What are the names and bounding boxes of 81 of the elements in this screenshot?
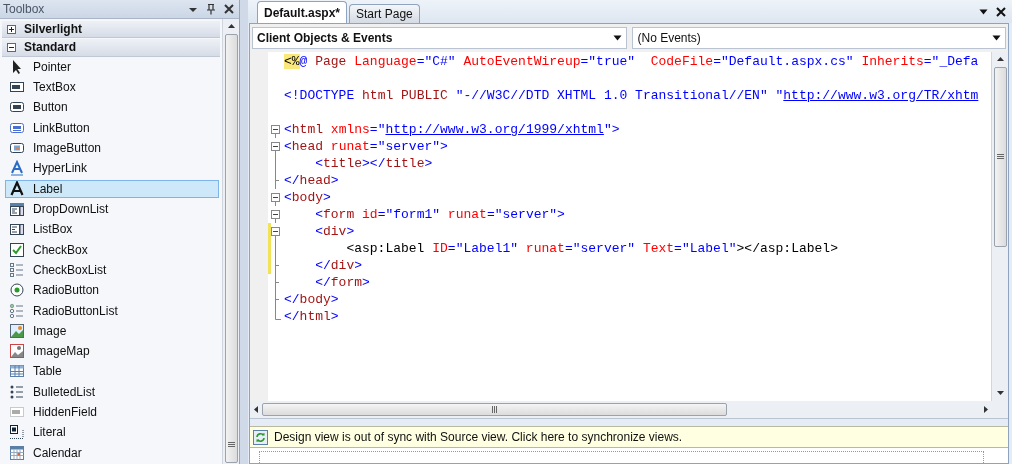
list-box-icon <box>9 221 25 238</box>
radio-button-icon <box>9 282 25 299</box>
code-line: <html xmlns="http://www.w3.org/1999/xhtml"> <box>284 122 620 137</box>
dropdown-list-icon <box>9 200 25 217</box>
scroll-right-icon[interactable] <box>982 405 990 414</box>
checkbox-list-icon <box>9 261 25 278</box>
toolbox-item[interactable]: Pointer <box>5 57 219 76</box>
toolbox-item[interactable]: CheckBox <box>5 240 219 259</box>
toolbox-item[interactable]: ImageButton <box>5 138 219 158</box>
expand-icon[interactable] <box>7 24 16 34</box>
scroll-left-icon[interactable] <box>252 405 260 414</box>
scrollbar-thumb[interactable] <box>224 34 238 463</box>
close-icon[interactable] <box>996 7 1006 17</box>
code-line: <title></title> <box>314 156 433 171</box>
grip-icon <box>996 154 1004 160</box>
toolbox-item[interactable]: CheckBoxList <box>5 260 219 280</box>
code-line: </body> <box>284 292 339 307</box>
toolbox-item[interactable]: Calendar <box>5 443 219 462</box>
toolbox-item[interactable]: BulletedList <box>5 382 219 401</box>
refresh-icon[interactable] <box>253 429 268 445</box>
code-line: </div> <box>314 258 363 273</box>
toolbox-item[interactable]: RadioButtonList <box>5 301 219 320</box>
toolbox-item[interactable]: ListBox <box>5 220 219 239</box>
toolbox-item[interactable]: Literal <box>5 423 219 442</box>
code-line: <%@ Page Language="C#" AutoEventWireup="true" CodeFile="Default.aspx.cs" Inherits="_Defa <box>284 54 979 69</box>
code-line: </html> <box>284 309 339 324</box>
image-icon <box>9 322 25 339</box>
document-tab[interactable]: Start Page <box>349 4 420 23</box>
group-header[interactable]: Silverlight <box>2 21 220 39</box>
pin-icon[interactable] <box>205 3 217 15</box>
collapse-icon[interactable] <box>7 42 16 52</box>
code-line: </head> <box>284 173 339 188</box>
code-line: <form id="form1" runat="server"> <box>314 207 565 222</box>
scrollbar-thumb[interactable] <box>262 403 727 416</box>
sync-message[interactable]: Design view is out of sync with Source view. Click here to synchronize views. <box>274 430 683 444</box>
vertical-scrollbar[interactable] <box>222 19 239 464</box>
design-view[interactable] <box>250 448 1008 463</box>
toolbox-item[interactable]: DropDownList <box>5 199 219 219</box>
literal-icon <box>9 424 25 441</box>
letter-a-icon <box>9 180 25 197</box>
toolbox-item[interactable]: Image <box>5 321 219 340</box>
toolbox-item[interactable]: Button <box>5 98 219 117</box>
close-icon[interactable] <box>223 3 235 15</box>
dropdown-arrow-icon[interactable] <box>613 35 623 41</box>
toolbox-item[interactable]: ImageMap <box>5 342 219 361</box>
grip-icon <box>227 442 235 448</box>
toolbox-item[interactable]: RadioButton <box>5 281 219 300</box>
dropdown-arrow-icon[interactable] <box>992 35 1001 41</box>
code-line: <body> <box>284 190 331 205</box>
code-line: <div> <box>314 224 355 239</box>
code-line: <!DOCTYPE html PUBLIC "-//W3C//DTD XHTML 1.0 Transitional//EN" "http://www.w3.org/TR/xhtm <box>284 88 979 103</box>
code-editor[interactable] <box>250 52 1008 401</box>
event-dropdown[interactable]: (No Events) <box>632 27 1006 49</box>
document-tab[interactable]: Default.aspx* <box>257 1 348 23</box>
scrollbar-thumb[interactable] <box>993 67 1007 247</box>
object-dropdown[interactable]: Client Objects & Events <box>252 27 628 49</box>
grip-icon <box>491 406 498 413</box>
toolbox-item[interactable]: Label <box>5 179 219 198</box>
bulleted-list-icon <box>9 383 25 400</box>
group-label: Silverlight <box>24 22 82 37</box>
sync-notification-bar[interactable]: Design view is out of sync with Source view. Click here to synchronize views. <box>250 426 1008 448</box>
toolbox-item[interactable]: Table <box>5 362 219 381</box>
toolbox-item[interactable]: HiddenField <box>5 402 219 422</box>
vertical-scrollbar[interactable] <box>991 52 1008 401</box>
checkbox-icon <box>9 241 25 258</box>
toolbox-item[interactable]: HyperLink <box>5 159 219 178</box>
calendar-icon <box>9 444 25 461</box>
radio-list-icon <box>9 302 25 319</box>
code-line: <asp:Label ID="Label1" runat="server" Text="Label"></asp:Label> <box>345 241 838 256</box>
group-label: Standard <box>24 40 76 55</box>
group-header[interactable]: Standard <box>2 39 220 57</box>
letter-a-icon <box>9 160 25 177</box>
toolbox-item[interactable]: TextBox <box>5 77 219 97</box>
toolbox-item[interactable]: LinkButton <box>5 118 219 137</box>
code-line: </form> <box>314 275 370 290</box>
table-icon <box>9 363 25 380</box>
dropdown-arrow-icon[interactable] <box>979 9 988 15</box>
code-line: <head runat="server"> <box>284 139 448 154</box>
panel-title: Toolbox <box>3 2 46 16</box>
horizontal-scrollbar[interactable] <box>250 401 1008 418</box>
image-icon <box>9 343 25 360</box>
